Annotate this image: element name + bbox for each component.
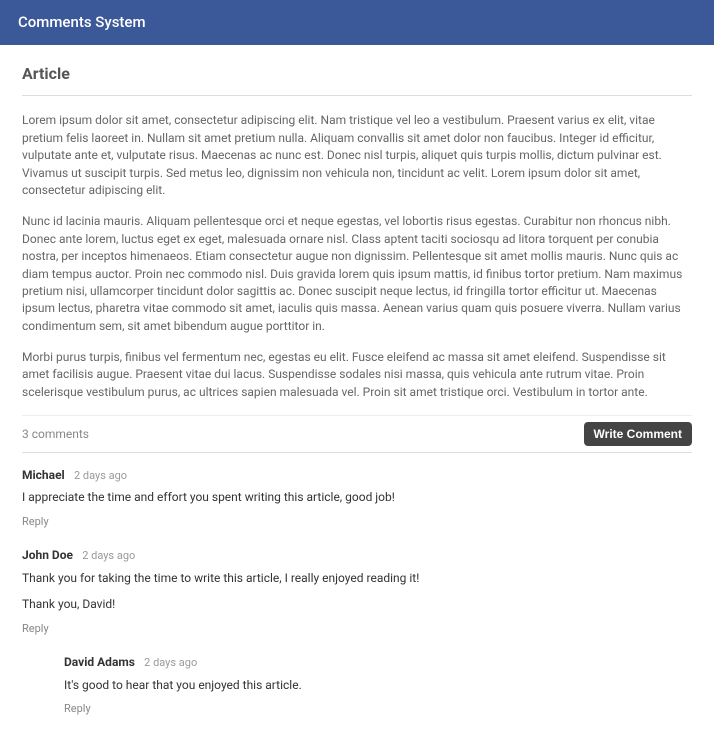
comment-reply: David Adams 2 days ago It's good to hear… <box>64 654 692 718</box>
comment-author: John Doe <box>22 548 73 562</box>
reply-button[interactable]: Reply <box>22 514 49 529</box>
reply-button[interactable]: Reply <box>22 621 49 636</box>
write-comment-button[interactable]: Write Comment <box>584 422 692 446</box>
app-header: Comments System <box>0 0 714 45</box>
comment-text: It's good to hear that you enjoyed this … <box>64 677 692 694</box>
comment-author: Michael <box>22 468 65 482</box>
comment-body: I appreciate the time and effort you spe… <box>22 489 692 506</box>
comment: John Doe 2 days ago Thank you for taking… <box>22 547 692 638</box>
comment-header: Michael 2 days ago <box>22 467 692 485</box>
article-paragraph: Lorem ipsum dolor sit amet, consectetur … <box>22 112 692 199</box>
comment-body: It's good to hear that you enjoyed this … <box>64 677 692 694</box>
comment-header: David Adams 2 days ago <box>64 654 692 672</box>
main-container: Article Lorem ipsum dolor sit amet, cons… <box>0 45 714 753</box>
comment-time: 2 days ago <box>144 656 197 669</box>
comment-header: John Doe 2 days ago <box>22 547 692 565</box>
comment-text: I appreciate the time and effort you spe… <box>22 489 692 506</box>
app-title: Comments System <box>18 13 146 31</box>
comment-text: Thank you for taking the time to write t… <box>22 570 692 587</box>
comment-time: 2 days ago <box>82 549 135 562</box>
article-paragraph: Nunc id lacinia mauris. Aliquam pellente… <box>22 213 692 335</box>
comments-count: 3 comments <box>22 426 89 443</box>
comment-body: Thank you for taking the time to write t… <box>22 570 692 614</box>
comment-time: 2 days ago <box>74 469 127 482</box>
reply-button[interactable]: Reply <box>64 701 91 716</box>
article-title: Article <box>22 63 692 96</box>
comment-author: David Adams <box>64 655 135 669</box>
comment-text: Thank you, David! <box>22 596 692 613</box>
article-paragraph: Morbi purus turpis, finibus vel fermentu… <box>22 349 692 401</box>
article-body: Lorem ipsum dolor sit amet, consectetur … <box>22 112 692 401</box>
comments-bar: 3 comments Write Comment <box>22 415 692 453</box>
comment: Michael 2 days ago I appreciate the time… <box>22 467 692 531</box>
